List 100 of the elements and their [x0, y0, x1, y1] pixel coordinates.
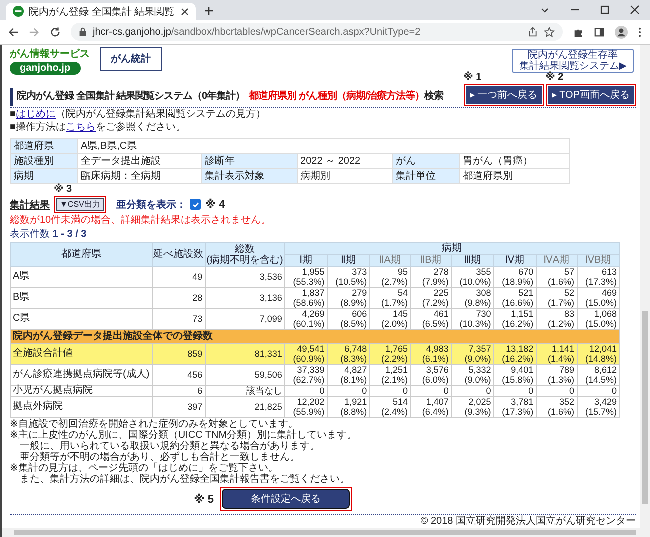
address-bar[interactable]: jhcr-cs.ganjoho.jp/sandbox/hbcrtables/wpCancerSearch.aspx?UnitType=2 — [71, 23, 563, 41]
back-to-conditions-button[interactable]: 条件設定へ戻る — [222, 489, 350, 509]
subclass-label: 亜分類を表示： — [116, 198, 186, 212]
table-cell: 279 (8.9%) — [327, 288, 370, 308]
table-cell: 469 (15.0%) — [577, 288, 620, 308]
column-header: Ⅱ期 — [327, 254, 370, 266]
table-cell: 6,748 (8.3%) — [327, 344, 370, 364]
table-cell: 28 — [152, 288, 206, 308]
table-cell: 0 — [536, 386, 578, 396]
table-cell: 456 — [152, 364, 206, 386]
table-cell: 0 — [494, 386, 536, 396]
table-cell: 3,136 — [205, 288, 285, 308]
note-text: ※自施設で初回治療を開始された症例のみを対象としています。 — [10, 419, 300, 430]
table-cell: 352 (1.6%) — [536, 396, 578, 418]
browser-tab[interactable]: 院内がん登録 全国集計 結果閲覧 — [6, 3, 196, 20]
menu-icon[interactable] — [638, 26, 642, 38]
table-cell: 1,837 (58.6%) — [284, 288, 328, 308]
table-cell: 0 — [410, 386, 452, 396]
condition-label: 集計表示対象 — [202, 168, 298, 184]
condition-value: 2022 ～ 2022 — [297, 154, 393, 168]
scrollbar[interactable] — [640, 45, 650, 528]
condition-value: 胃がん（胃癌） — [460, 154, 570, 168]
table-cell: 670 (18.9%) — [494, 266, 536, 288]
table-cell: 6 — [152, 386, 206, 396]
table-cell: 全施設合計値 — [10, 344, 152, 364]
back-button[interactable]: TOP画面へ戻る — [548, 86, 634, 104]
table-cell: 5,332 (9.0%) — [451, 364, 494, 386]
condition-value: 病期別 — [297, 168, 393, 184]
table-cell: B県 — [10, 288, 152, 308]
nav-button[interactable]: がん統計 — [100, 47, 162, 71]
maximize-icon[interactable] — [600, 5, 610, 15]
count-value: 1 - 3 / 3 — [52, 229, 87, 240]
info-text: ■はじめに（院内がん登録集計結果閲覧システムの見方） — [10, 109, 268, 121]
condition-label: 施設種別 — [10, 154, 78, 168]
condition-value: 臨床病期：全病期 — [78, 168, 202, 184]
column-header: Ⅳ期 — [494, 254, 536, 266]
table-cell: 3,536 — [205, 266, 285, 288]
sidebar-icon[interactable] — [594, 26, 605, 38]
condition-label: がん — [392, 154, 460, 168]
annotation-mark: ※ 5 — [194, 492, 214, 506]
condition-label: 集計単位 — [392, 168, 460, 184]
csv-export-button[interactable]: ▼CSV出力 — [56, 198, 104, 211]
close-icon[interactable] — [181, 8, 189, 16]
subclass-checkbox[interactable] — [190, 199, 202, 210]
column-header: Ⅰ期 — [284, 254, 328, 266]
back-button[interactable]: 一つ前へ戻る — [466, 86, 542, 104]
table-cell: 54 (1.7%) — [370, 288, 410, 308]
column-header: ⅣA期 — [536, 254, 578, 266]
table-cell: 1,921 (8.8%) — [327, 396, 370, 418]
table-cell: 0 — [577, 386, 620, 396]
profile-icon[interactable] — [615, 26, 628, 38]
table-cell: 小児がん拠点病院 — [10, 386, 152, 396]
table-cell: A県 — [10, 266, 152, 288]
annotation-mark: ※ 3 — [54, 184, 72, 195]
site-logo[interactable]: ganjoho.jp — [10, 62, 81, 75]
table-cell: 13,182 (16.2%) — [494, 344, 536, 364]
table-cell: 225 (7.2%) — [410, 288, 452, 308]
table-cell: 3,781 (17.3%) — [494, 396, 536, 418]
table-cell: 52 (1.7%) — [536, 288, 578, 308]
table-cell: 49 — [152, 266, 206, 288]
table-cell: 308 (9.8%) — [451, 288, 494, 308]
table-cell: 373 (10.5%) — [327, 266, 370, 288]
lock-icon — [79, 27, 87, 37]
table-cell: 521 (16.6%) — [494, 288, 536, 308]
condition-label: 診断年 — [202, 154, 298, 168]
help-link[interactable]: こちら — [66, 122, 96, 133]
back-icon[interactable] — [8, 26, 19, 38]
table-cell: 789 (1.3%) — [536, 364, 578, 386]
column-header: ⅣB期 — [577, 254, 620, 266]
column-header: 都道府県 — [10, 242, 152, 266]
survival-rate-link[interactable]: 院内がん登録生存率 集計結果閲覧システム▶ — [512, 49, 634, 73]
share-icon[interactable] — [528, 27, 538, 37]
close-icon[interactable] — [630, 5, 640, 15]
table-cell: 0 — [370, 386, 410, 396]
note-text: ※集計の見方は、ページ先頭の「はじめに」をご覧下さい。 — [10, 463, 280, 474]
table-cell: 3,576 (6.0%) — [410, 364, 452, 386]
page-title: 院内がん登録 全国集計 結果閲覧システム（0年集計） 都道府県別 がん種別（病期/治療方法等）検索 — [10, 88, 460, 106]
condition-label: 病期 — [10, 168, 78, 184]
info-text: ■操作方法はこちら をご参照ください。 — [10, 122, 188, 134]
column-header: ⅡB期 — [410, 254, 452, 266]
new-tab-icon[interactable] — [204, 6, 214, 16]
column-header: 総数 (病期不明を含む) — [205, 242, 285, 266]
section-header: 院内がん登録データ提出施設全体での登録数 — [10, 330, 620, 344]
table-cell: 1,251 (2.1%) — [370, 364, 410, 386]
reload-icon[interactable] — [50, 26, 61, 38]
table-cell: 0 — [284, 386, 328, 396]
column-header: 延べ施設数 — [152, 242, 206, 266]
note-text: ※主に上皮性のがん別に、国際分類（UICC TNM分類）別に集計しています。 — [10, 430, 358, 441]
table-cell: がん診療連携拠点病院等(成人) — [10, 364, 152, 386]
help-link[interactable]: はじめに — [16, 109, 56, 120]
condition-value: 全データ提出施設 — [78, 154, 202, 168]
scrollbar[interactable] — [0, 528, 650, 537]
play-icon — [552, 92, 557, 98]
table-cell: 4,827 (8.1%) — [327, 364, 370, 386]
column-header: Ⅲ期 — [451, 254, 494, 266]
column-header: ⅡA期 — [370, 254, 410, 266]
star-icon[interactable] — [544, 26, 555, 38]
table-cell: 278 (7.9%) — [410, 266, 452, 288]
table-cell: 1,141 (1.4%) — [536, 344, 578, 364]
table-cell: 81,331 — [205, 344, 285, 364]
